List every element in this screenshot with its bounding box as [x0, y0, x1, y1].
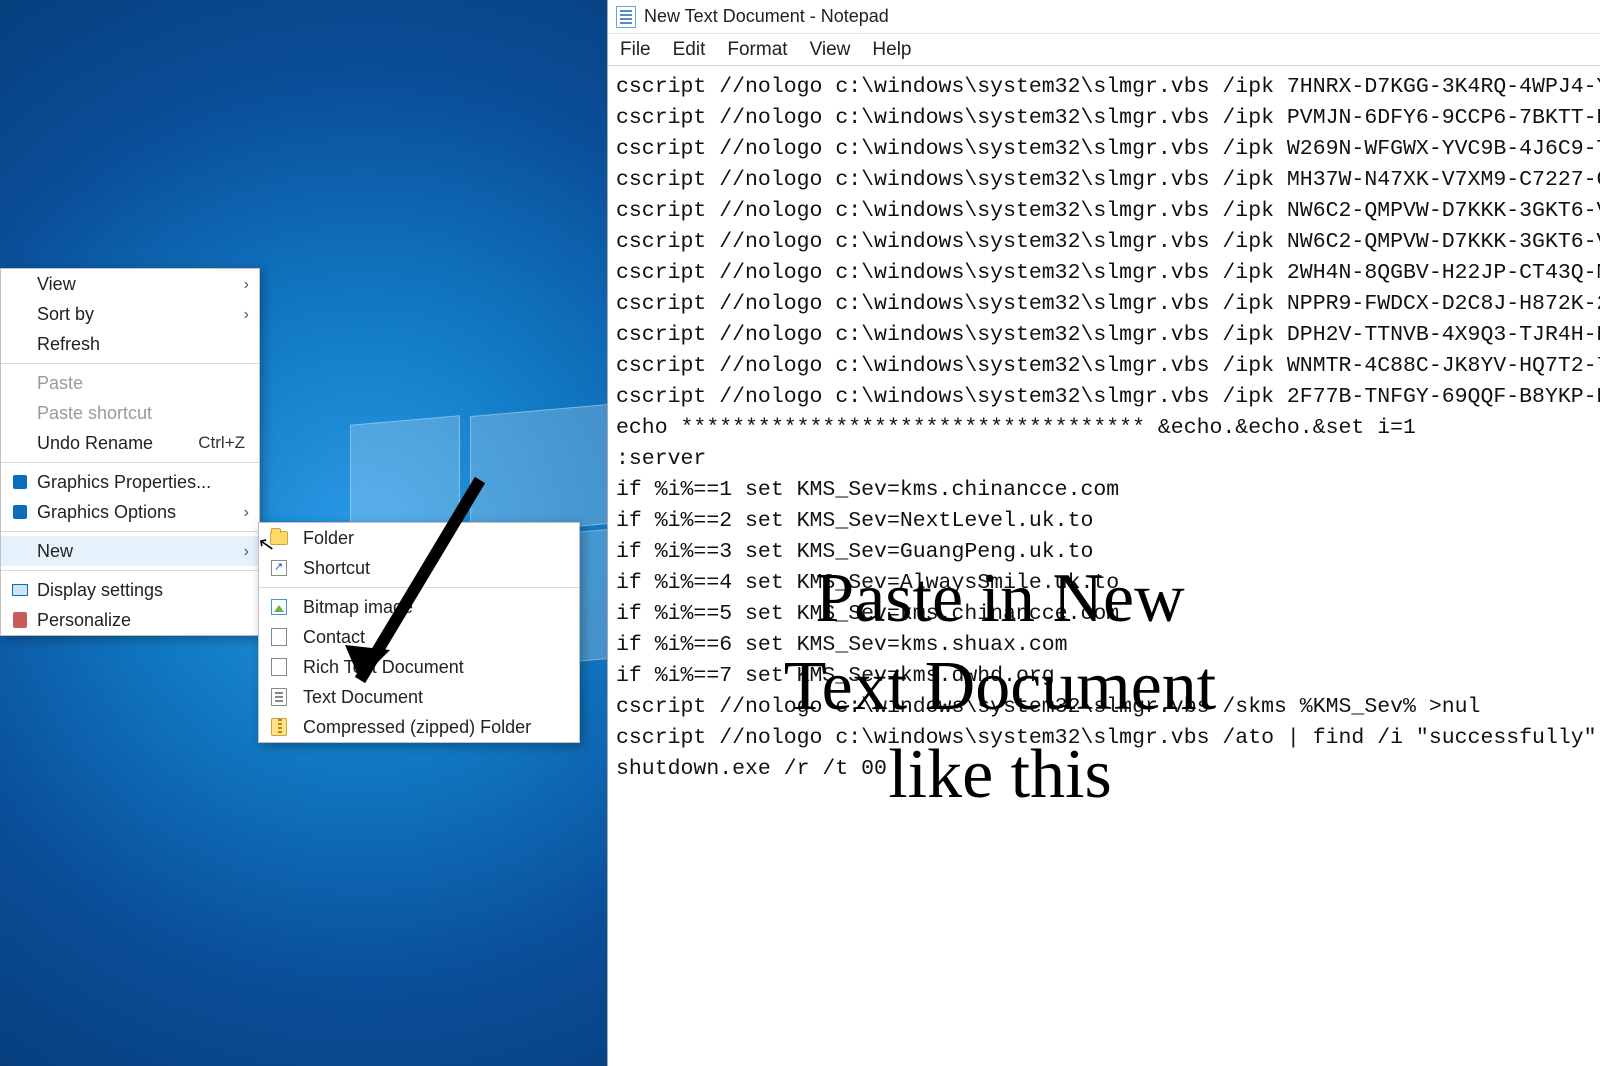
- windows-desktop: View › Sort by › Refresh Paste Paste sho…: [0, 0, 607, 1066]
- submenu-label: Shortcut: [303, 558, 370, 579]
- menu-label: Display settings: [37, 580, 163, 601]
- menu-view[interactable]: View ›: [1, 269, 259, 299]
- submenu-text-document[interactable]: Text Document: [259, 682, 579, 712]
- window-title: New Text Document - Notepad: [644, 6, 889, 27]
- submenu-contact[interactable]: Contact: [259, 622, 579, 652]
- submenu-bitmap[interactable]: Bitmap image: [259, 592, 579, 622]
- notepad-menubar: File Edit Format View Help: [608, 34, 1600, 66]
- menu-label: Paste: [37, 373, 83, 394]
- menu-separator: [1, 570, 259, 571]
- text-doc-icon: [269, 687, 289, 707]
- new-submenu: Folder Shortcut Bitmap image Contact Ric…: [258, 522, 580, 743]
- menu-file[interactable]: File: [620, 39, 651, 61]
- rtf-icon: [269, 657, 289, 677]
- desktop-context-menu: View › Sort by › Refresh Paste Paste sho…: [0, 268, 260, 636]
- menu-paste-shortcut: Paste shortcut: [1, 398, 259, 428]
- submenu-label: Bitmap image: [303, 597, 413, 618]
- shortcut-icon: [269, 558, 289, 578]
- menu-separator: [259, 587, 579, 588]
- menu-separator: [1, 531, 259, 532]
- chevron-right-icon: ›: [244, 306, 249, 324]
- menu-graphics-properties[interactable]: Graphics Properties...: [1, 467, 259, 497]
- chevron-right-icon: ›: [244, 543, 249, 561]
- menu-separator: [1, 363, 259, 364]
- bitmap-icon: [269, 597, 289, 617]
- menu-label: Paste shortcut: [37, 403, 152, 424]
- chevron-right-icon: ›: [244, 276, 249, 294]
- menu-edit[interactable]: Edit: [673, 39, 706, 61]
- contact-icon: [269, 627, 289, 647]
- menu-undo-rename[interactable]: Undo Rename Ctrl+Z: [1, 428, 259, 458]
- submenu-label: Rich Text Document: [303, 657, 464, 678]
- submenu-shortcut[interactable]: Shortcut: [259, 553, 579, 583]
- submenu-zip-folder[interactable]: Compressed (zipped) Folder: [259, 712, 579, 742]
- menu-separator: [1, 462, 259, 463]
- personalize-icon: [11, 611, 29, 629]
- submenu-rtf[interactable]: Rich Text Document: [259, 652, 579, 682]
- menu-view[interactable]: View: [810, 39, 851, 61]
- menu-new[interactable]: New ›: [1, 536, 259, 566]
- menu-personalize[interactable]: Personalize: [1, 605, 259, 635]
- submenu-label: Text Document: [303, 687, 423, 708]
- menu-label: Graphics Properties...: [37, 472, 211, 493]
- notepad-editor[interactable]: cscript //nologo c:\windows\system32\slm…: [608, 66, 1600, 1066]
- notepad-titlebar[interactable]: New Text Document - Notepad: [608, 0, 1600, 34]
- intel-icon: [11, 503, 29, 521]
- menu-help[interactable]: Help: [872, 39, 911, 61]
- menu-label: Sort by: [37, 304, 94, 325]
- menu-graphics-options[interactable]: Graphics Options ›: [1, 497, 259, 527]
- menu-label: Personalize: [37, 610, 131, 631]
- notepad-window: New Text Document - Notepad File Edit Fo…: [607, 0, 1600, 1066]
- submenu-label: Contact: [303, 627, 365, 648]
- submenu-folder[interactable]: Folder: [259, 523, 579, 553]
- menu-refresh[interactable]: Refresh: [1, 329, 259, 359]
- menu-format[interactable]: Format: [727, 39, 787, 61]
- intel-icon: [11, 473, 29, 491]
- menu-label: Refresh: [37, 334, 100, 355]
- zip-icon: [269, 717, 289, 737]
- menu-display-settings[interactable]: Display settings: [1, 575, 259, 605]
- menu-label: Undo Rename: [37, 433, 153, 454]
- chevron-right-icon: ›: [244, 504, 249, 522]
- notepad-icon: [616, 6, 636, 28]
- menu-label: Graphics Options: [37, 502, 176, 523]
- display-icon: [11, 581, 29, 599]
- submenu-label: Folder: [303, 528, 354, 549]
- menu-paste: Paste: [1, 368, 259, 398]
- menu-label: New: [37, 541, 73, 562]
- menu-sort-by[interactable]: Sort by ›: [1, 299, 259, 329]
- menu-label: View: [37, 274, 76, 295]
- submenu-label: Compressed (zipped) Folder: [303, 717, 531, 738]
- menu-shortcut: Ctrl+Z: [198, 433, 245, 453]
